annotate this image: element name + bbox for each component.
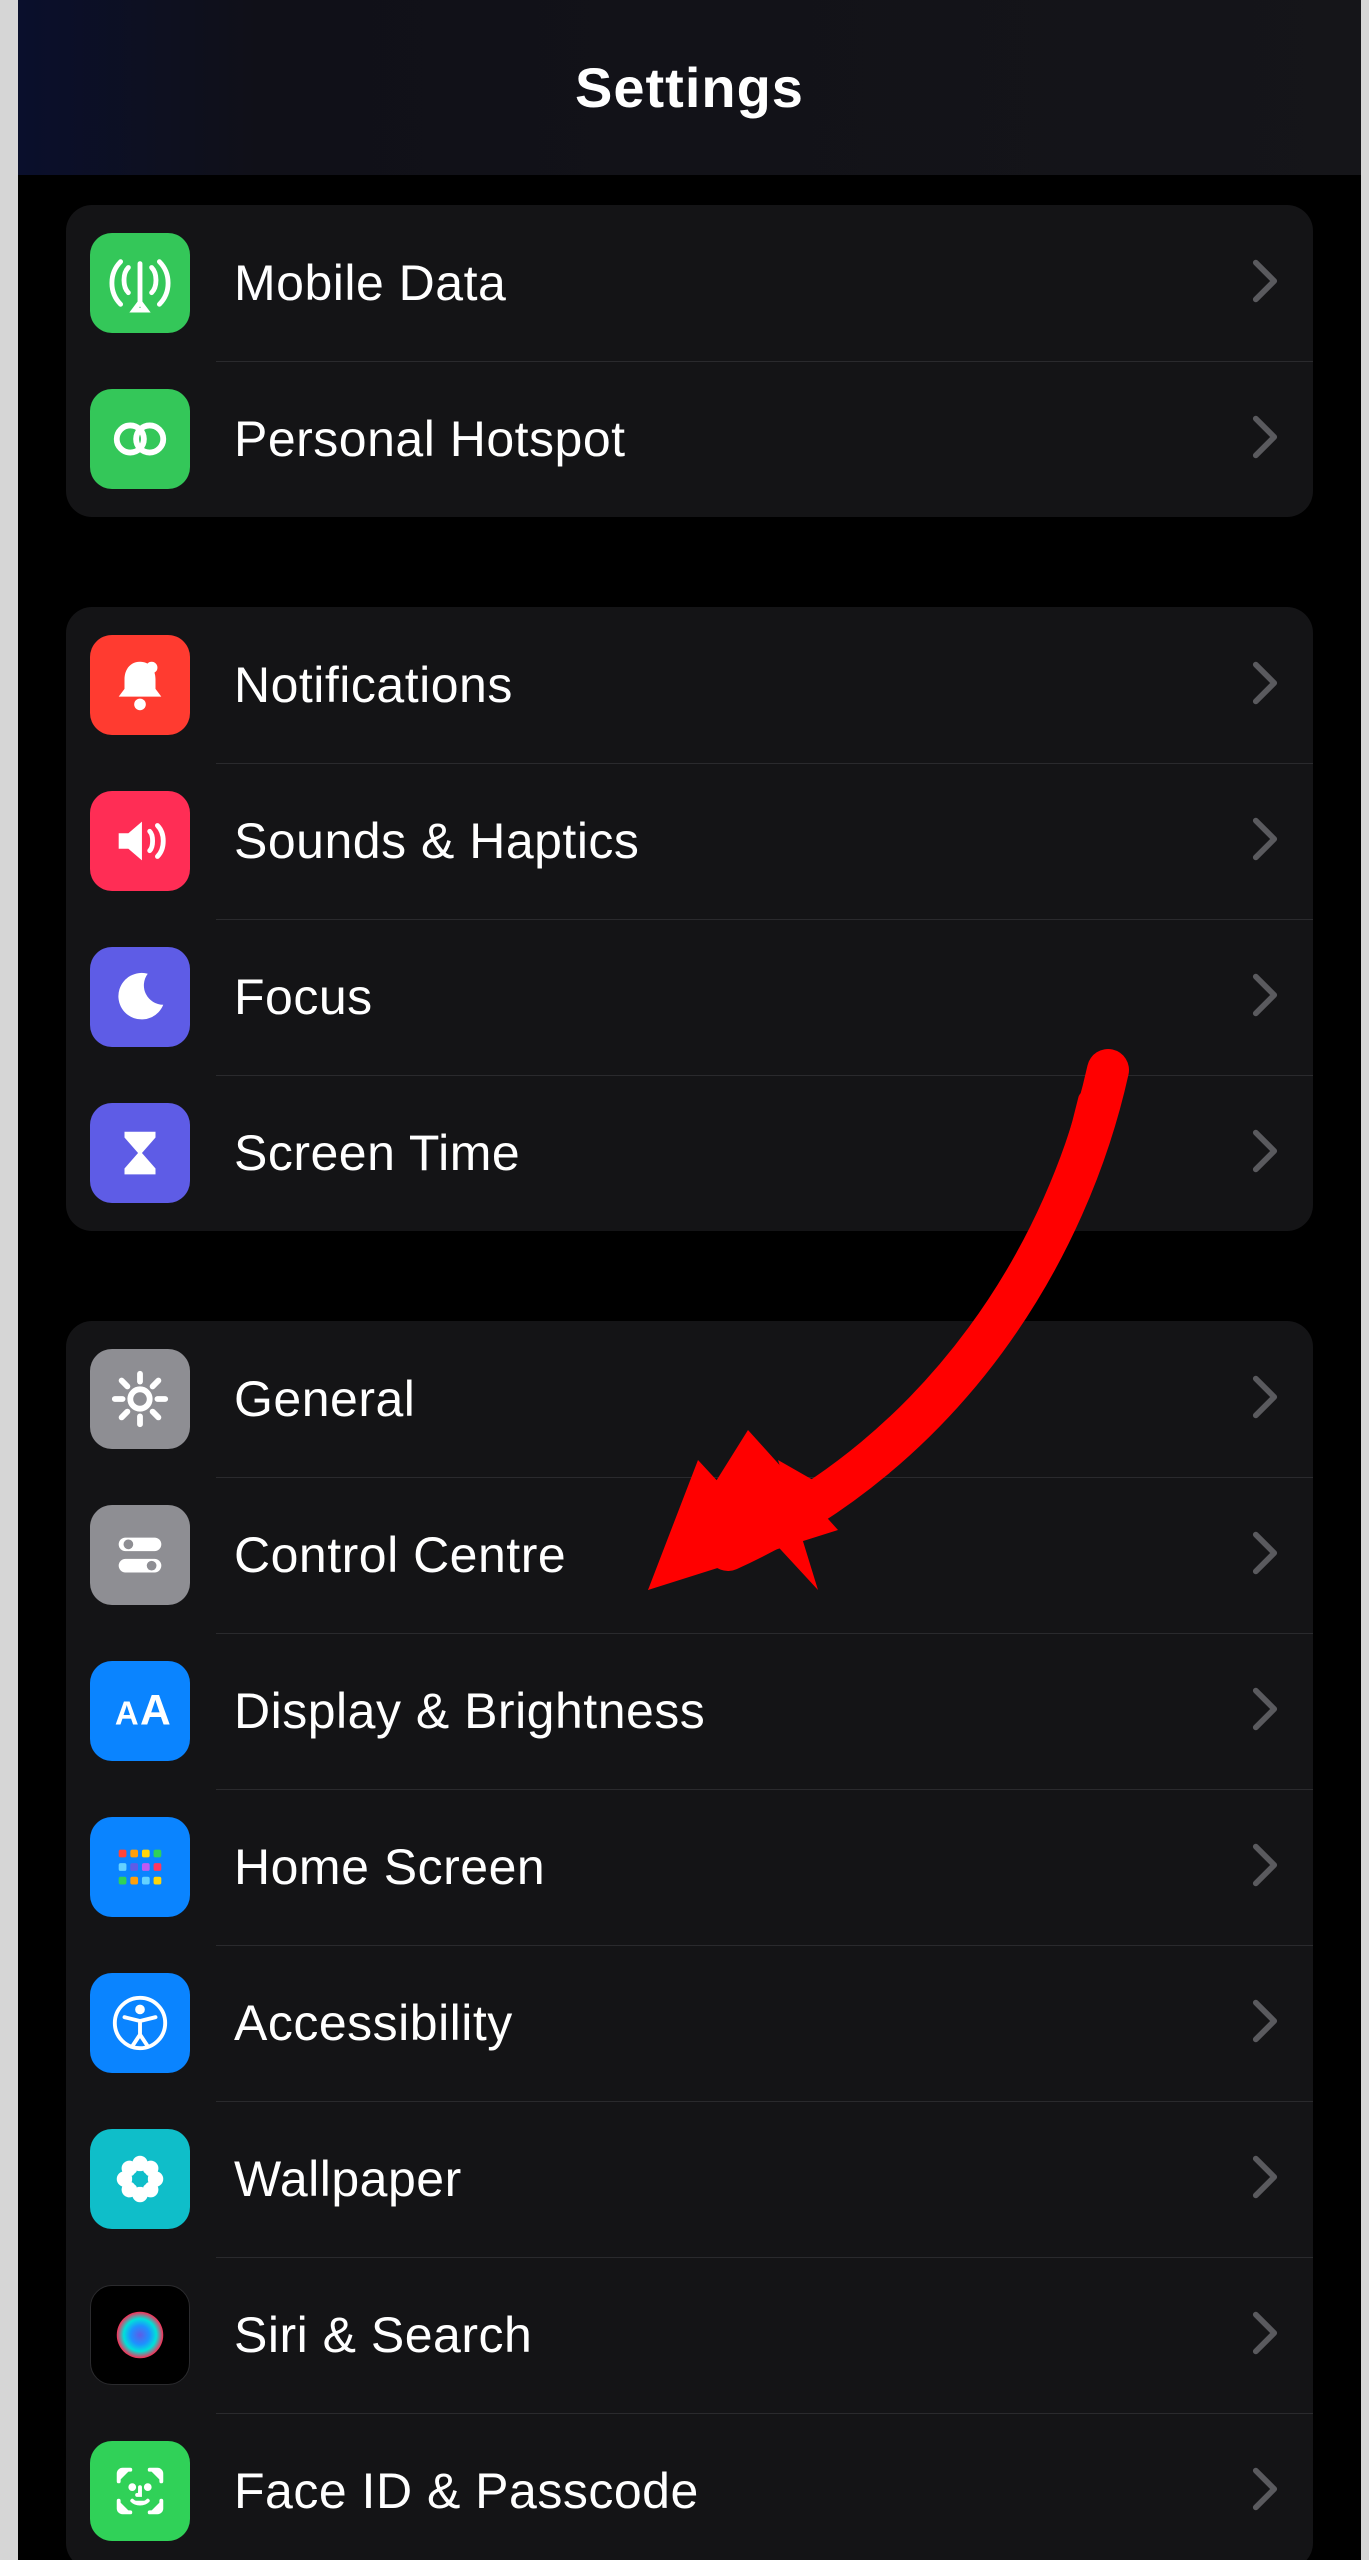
svg-text:A: A	[140, 1687, 171, 1735]
row-general[interactable]: General	[66, 1321, 1313, 1477]
moon-icon	[90, 947, 190, 1047]
row-label: Sounds & Haptics	[234, 812, 1251, 870]
row-label: Face ID & Passcode	[234, 2462, 1251, 2520]
siri-icon	[90, 2285, 190, 2385]
chevron-right-icon	[1251, 1530, 1279, 1581]
settings-content: Mobile Data Personal Hotspot Notificatio…	[18, 205, 1361, 2560]
row-label: Notifications	[234, 656, 1251, 714]
chevron-right-icon	[1251, 414, 1279, 465]
accessibility-icon	[90, 1973, 190, 2073]
row-label: Focus	[234, 968, 1251, 1026]
row-accessibility[interactable]: Accessibility	[66, 1945, 1313, 2101]
row-display-brightness[interactable]: AA Display & Brightness	[66, 1633, 1313, 1789]
row-personal-hotspot[interactable]: Personal Hotspot	[66, 361, 1313, 517]
chevron-right-icon	[1251, 1998, 1279, 2049]
bell-icon	[90, 635, 190, 735]
row-label: Display & Brightness	[234, 1682, 1251, 1740]
chevron-right-icon	[1251, 258, 1279, 309]
chevron-right-icon	[1251, 2310, 1279, 2361]
settings-group-system: General Control Centre AA Display & Brig…	[66, 1321, 1313, 2560]
row-sounds-haptics[interactable]: Sounds & Haptics	[66, 763, 1313, 919]
row-label: Control Centre	[234, 1526, 1251, 1584]
chevron-right-icon	[1251, 1842, 1279, 1893]
row-face-id-passcode[interactable]: Face ID & Passcode	[66, 2413, 1313, 2560]
settings-screen: Settings Mobile Data Personal Hotspot	[0, 0, 1369, 2560]
row-label: Siri & Search	[234, 2306, 1251, 2364]
row-label: Personal Hotspot	[234, 410, 1251, 468]
row-notifications[interactable]: Notifications	[66, 607, 1313, 763]
speaker-icon	[90, 791, 190, 891]
row-label: Mobile Data	[234, 254, 1251, 312]
flower-icon	[90, 2129, 190, 2229]
row-label: Accessibility	[234, 1994, 1251, 2052]
chevron-right-icon	[1251, 816, 1279, 867]
toggles-icon	[90, 1505, 190, 1605]
chevron-right-icon	[1251, 2466, 1279, 2517]
textsize-icon: AA	[90, 1661, 190, 1761]
row-home-screen[interactable]: Home Screen	[66, 1789, 1313, 1945]
row-control-centre[interactable]: Control Centre	[66, 1477, 1313, 1633]
row-focus[interactable]: Focus	[66, 919, 1313, 1075]
chevron-right-icon	[1251, 1374, 1279, 1425]
row-label: Screen Time	[234, 1124, 1251, 1182]
hotspot-icon	[90, 389, 190, 489]
chevron-right-icon	[1251, 972, 1279, 1023]
settings-group-connectivity: Mobile Data Personal Hotspot	[66, 205, 1313, 517]
svg-text:A: A	[115, 1695, 139, 1732]
row-wallpaper[interactable]: Wallpaper	[66, 2101, 1313, 2257]
row-label: General	[234, 1370, 1251, 1428]
faceid-icon	[90, 2441, 190, 2541]
row-label: Home Screen	[234, 1838, 1251, 1896]
hourglass-icon	[90, 1103, 190, 1203]
app-grid-icon	[90, 1817, 190, 1917]
page-title: Settings	[575, 55, 804, 120]
chevron-right-icon	[1251, 1686, 1279, 1737]
gear-icon	[90, 1349, 190, 1449]
chevron-right-icon	[1251, 1128, 1279, 1179]
chevron-right-icon	[1251, 2154, 1279, 2205]
row-screen-time[interactable]: Screen Time	[66, 1075, 1313, 1231]
row-siri-search[interactable]: Siri & Search	[66, 2257, 1313, 2413]
titlebar: Settings	[18, 0, 1361, 175]
chevron-right-icon	[1251, 660, 1279, 711]
antenna-icon	[90, 233, 190, 333]
settings-group-alerts: Notifications Sounds & Haptics Focus	[66, 607, 1313, 1231]
row-label: Wallpaper	[234, 2150, 1251, 2208]
row-mobile-data[interactable]: Mobile Data	[66, 205, 1313, 361]
